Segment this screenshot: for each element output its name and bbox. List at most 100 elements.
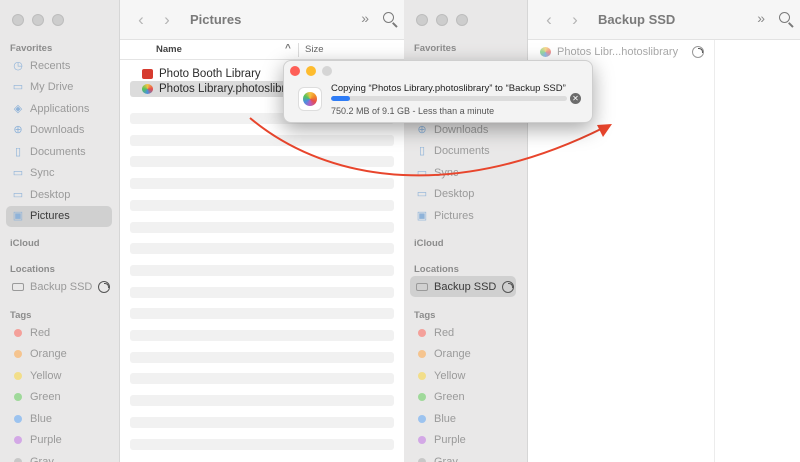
minimize-dialog-button[interactable] [306, 66, 316, 76]
progress-spinner-icon [692, 46, 705, 58]
tag-item-purple[interactable]: Purple [410, 430, 516, 451]
progress-spinner-icon [502, 280, 515, 293]
photos-icon [142, 84, 153, 94]
tag-label: Orange [434, 348, 471, 360]
tag-dot-icon [14, 414, 22, 423]
empty-row [130, 351, 394, 363]
locations-header: Locations [10, 264, 55, 275]
locations-header: Locations [414, 264, 459, 275]
photo-icon: ▣ [12, 210, 24, 222]
empty-row [130, 373, 394, 385]
folder-icon: ▭ [12, 167, 24, 179]
search-icon[interactable] [383, 12, 394, 23]
tag-dot-icon [418, 328, 426, 337]
tag-item-red[interactable]: Red [6, 322, 112, 343]
column-name-header[interactable]: Name [156, 44, 182, 55]
empty-row [130, 286, 394, 298]
sidebar-item-label: Recents [30, 59, 71, 72]
zoom-window-button[interactable] [52, 14, 64, 26]
sidebar-item-documents[interactable]: ▯ Documents [410, 141, 516, 162]
minimize-window-button[interactable] [32, 14, 44, 26]
icloud-header: iCloud [10, 238, 40, 249]
sidebar-item-documents[interactable]: ▯ Documents [6, 141, 112, 162]
tag-label: Green [434, 391, 465, 403]
empty-row [130, 438, 394, 450]
empty-row [130, 330, 394, 341]
copy-title: Copying “Photos Library.photoslibrary” t… [331, 83, 566, 94]
sidebar-item-label: Downloads [434, 123, 489, 136]
tags-header: Tags [414, 310, 436, 321]
file-name: Photo Booth Library [159, 68, 261, 80]
tag-item-orange[interactable]: Orange [6, 344, 112, 365]
tag-label: Yellow [30, 369, 62, 382]
empty-row [130, 416, 394, 428]
copy-progress-dialog: Copying “Photos Library.photoslibrary” t… [283, 60, 593, 123]
photo-booth-icon [142, 69, 153, 79]
close-window-button[interactable] [416, 14, 428, 26]
sidebar-item-downloads[interactable]: ⊕ Downloads [6, 120, 112, 141]
tag-item-gray[interactable]: Gray [6, 451, 112, 462]
more-toolbar-items-icon[interactable]: » [757, 10, 765, 26]
more-toolbar-items-icon[interactable]: » [361, 10, 369, 26]
tag-item-yellow[interactable]: Yellow [410, 365, 516, 386]
document-icon: ▯ [418, 145, 426, 157]
tag-item-yellow[interactable]: Yellow [6, 365, 112, 386]
close-dialog-button[interactable] [290, 66, 300, 76]
tag-dot-icon [418, 414, 426, 423]
tag-label: Red [434, 326, 455, 339]
sidebar-item-label: Pictures [434, 209, 474, 222]
sidebar-item-recents[interactable]: ◷ Recents [6, 55, 112, 76]
column-size-header[interactable]: Size [305, 44, 323, 55]
back-button[interactable]: ‹ [536, 10, 562, 30]
tag-dot-icon [14, 328, 22, 337]
file-icon-item[interactable]: Photos Libr...hotoslibrary [540, 46, 705, 58]
tag-label: Blue [434, 412, 457, 425]
tag-item-green[interactable]: Green [410, 387, 516, 408]
toolbar: ‹ › Pictures » [120, 0, 404, 40]
tag-dot-icon [14, 371, 22, 380]
tag-dot-icon [14, 350, 22, 358]
sidebar-item-desktop[interactable]: ▭ Desktop [410, 184, 516, 205]
sidebar-item-pictures[interactable]: ▣ Pictures [410, 205, 516, 226]
file-name: Photos Libr...hotoslibrary [557, 46, 679, 58]
tag-item-purple[interactable]: Purple [6, 430, 112, 451]
empty-row [130, 178, 394, 190]
forward-button[interactable]: › [562, 10, 588, 30]
tag-item-orange[interactable]: Orange [410, 344, 516, 365]
tag-label: Purple [434, 434, 466, 446]
sort-chevron-icon[interactable]: ^ [285, 43, 291, 54]
back-button[interactable]: ‹ [128, 10, 154, 30]
download-icon: ⊕ [417, 123, 427, 136]
tag-item-blue[interactable]: Blue [410, 408, 516, 429]
tag-dot-icon [14, 393, 22, 401]
sidebar-item-backup-ssd[interactable]: Backup SSD [410, 276, 516, 297]
tag-item-blue[interactable]: Blue [6, 408, 112, 429]
tag-label: Gray [434, 455, 458, 462]
forward-button[interactable]: › [154, 10, 180, 30]
sidebar-item-label: Backup SSD [30, 280, 93, 293]
zoom-window-button[interactable] [456, 14, 468, 26]
tag-label: Yellow [434, 369, 466, 382]
sidebar-item-desktop[interactable]: ▭ Desktop [6, 184, 112, 205]
sidebar-item-pictures[interactable]: ▣ Pictures [6, 205, 112, 227]
sidebar-item-label: Documents [434, 145, 490, 157]
minimize-window-button[interactable] [436, 14, 448, 26]
tag-item-red[interactable]: Red [410, 322, 516, 343]
sidebar-item-label: Desktop [434, 188, 475, 200]
stop-copy-button[interactable]: ✕ [570, 93, 581, 104]
copy-status: 750.2 MB of 9.1 GB - Less than a minute [331, 106, 495, 116]
tag-item-gray[interactable]: Gray [410, 451, 516, 462]
sidebar-item-my-drive[interactable]: ▭ My Drive [6, 77, 112, 98]
tag-label: Red [30, 326, 51, 339]
sidebar-item-label: My Drive [30, 81, 74, 93]
sidebar-item-label: Applications [30, 102, 90, 115]
search-icon[interactable] [779, 12, 790, 23]
close-window-button[interactable] [12, 14, 24, 26]
tag-item-green[interactable]: Green [6, 387, 112, 408]
sidebar-item-backup-ssd[interactable]: Backup SSD [6, 276, 112, 297]
sidebar-item-sync[interactable]: ▭ Sync [410, 162, 516, 183]
sidebar-item-label: Downloads [30, 124, 85, 136]
tag-dot-icon [14, 457, 22, 462]
sidebar-item-applications[interactable]: ◈ Applications [6, 98, 112, 119]
sidebar-item-sync[interactable]: ▭ Sync [6, 163, 112, 184]
